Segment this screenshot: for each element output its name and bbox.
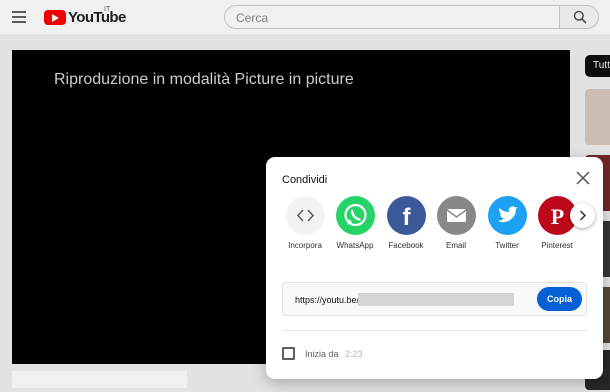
dialog-title: Condividi	[282, 174, 328, 186]
video-title-placeholder	[12, 371, 187, 388]
next-button[interactable]	[570, 203, 595, 228]
redacted-link	[358, 293, 514, 306]
divider	[282, 330, 587, 331]
share-email[interactable]: Email	[430, 196, 482, 250]
logo-text: YouTube	[68, 8, 126, 26]
share-link-field[interactable]: https://youtu.be/ Copia	[282, 282, 587, 316]
share-twitter[interactable]: Twitter	[481, 196, 533, 250]
search-button[interactable]	[559, 5, 599, 29]
menu-icon[interactable]	[12, 11, 26, 23]
country-code: IT	[104, 6, 111, 13]
search-input[interactable]	[236, 11, 536, 25]
share-dialog: Condividi Incorpora WhatsApp f Facebook …	[266, 157, 603, 379]
svg-text:f: f	[402, 204, 411, 231]
share-embed[interactable]: Incorpora	[279, 196, 331, 250]
search-box	[224, 5, 560, 29]
pip-message: Riproduzione in modalità Picture in pict…	[54, 71, 354, 88]
chip-all[interactable]: Tutti	[585, 55, 610, 77]
start-at-checkbox[interactable]	[282, 347, 295, 360]
share-label: WhatsApp	[336, 241, 374, 250]
share-label: Incorpora	[288, 241, 322, 250]
thumbnail[interactable]	[585, 89, 610, 145]
share-label: Facebook	[388, 241, 424, 250]
share-facebook[interactable]: f Facebook	[380, 196, 432, 250]
email-icon	[436, 196, 476, 235]
chevron-right-icon	[579, 210, 587, 221]
twitter-icon	[487, 196, 527, 235]
start-at-time[interactable]: 2:23	[345, 349, 363, 359]
close-button[interactable]	[574, 169, 592, 187]
embed-icon	[285, 196, 325, 235]
facebook-icon: f	[386, 196, 426, 235]
copy-button[interactable]: Copia	[537, 287, 582, 311]
share-label: Twitter	[495, 241, 519, 250]
start-at-label: Inizia da	[305, 349, 339, 359]
youtube-logo[interactable]: YouTube	[44, 8, 126, 26]
search-icon	[573, 10, 587, 24]
share-label: Email	[445, 241, 466, 250]
whatsapp-icon	[335, 196, 375, 235]
play-logo-icon	[44, 9, 66, 25]
share-whatsapp[interactable]: WhatsApp	[329, 196, 381, 250]
close-icon	[576, 171, 590, 185]
share-label: Pinterest	[541, 241, 573, 250]
svg-text:P: P	[550, 204, 563, 229]
share-link-text: https://youtu.be/	[295, 295, 360, 305]
